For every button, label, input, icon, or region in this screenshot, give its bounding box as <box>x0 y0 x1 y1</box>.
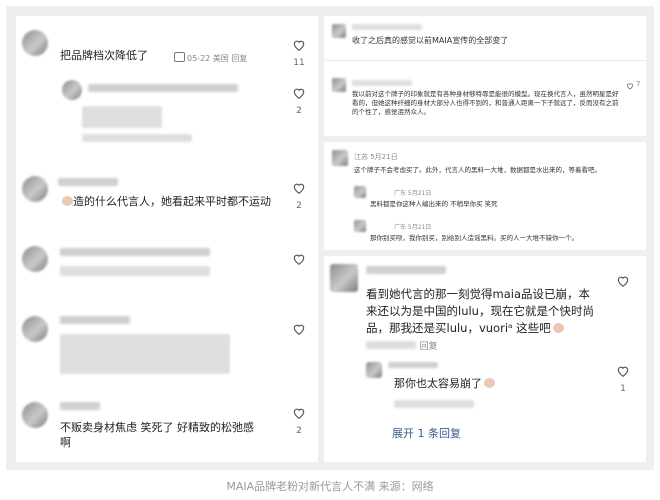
heart-icon[interactable] <box>626 82 634 90</box>
like-count: 2 <box>296 426 302 436</box>
heart-icon[interactable] <box>616 364 630 378</box>
like-count: 2 <box>296 106 302 116</box>
reply-text: 那你也太容易崩了 <box>394 376 495 391</box>
avatar[interactable] <box>354 220 366 232</box>
comment-meta: 江苏 5月21日 <box>354 153 398 161</box>
image-caption: MAIA品牌老粉对新代言人不满 来源：网络 <box>226 480 434 493</box>
avatar[interactable] <box>332 150 348 166</box>
blurred-text <box>60 248 210 256</box>
left-comments-panel: 把品牌档次降低了 05-22 美国 回复 11 2 造的什么代言人，她看起来平时… <box>16 16 318 462</box>
blurred-username <box>366 266 446 274</box>
blurred-text <box>60 334 230 374</box>
comment-meta: 广东 5月21日 <box>394 190 432 197</box>
blurred-text <box>60 266 210 276</box>
like-count: 11 <box>293 58 305 68</box>
comment-text: 不贩卖身材焦虑 笑死了 好精致的松弛感啊 <box>60 421 254 449</box>
like-count: 2 <box>296 201 302 211</box>
comment-text: 把品牌档次降低了 <box>60 49 148 62</box>
comment-text: 造的什么代言人，她看起来平时都不运动 <box>60 194 280 209</box>
blurred-meta <box>394 400 474 408</box>
avatar[interactable] <box>354 186 366 198</box>
expand-replies-link[interactable]: 展开 1 条回复 <box>392 426 461 441</box>
heart-icon[interactable] <box>292 38 306 52</box>
emoji-icon <box>484 378 495 388</box>
avatar[interactable] <box>366 362 382 378</box>
heart-icon[interactable] <box>292 322 306 336</box>
blurred-text <box>82 134 192 142</box>
heart-icon[interactable] <box>616 274 630 288</box>
comment-text: 黑料都是你这种人编出来的 不稍早你买 笑死 <box>370 200 498 208</box>
blurred-username <box>352 80 412 86</box>
emoji-icon <box>62 196 73 206</box>
blurred-username <box>60 402 100 410</box>
like-count: 1 <box>620 384 626 394</box>
blurred-username <box>388 362 438 368</box>
comment-text: 这个牌子不会考虑买了。此外，代言人的黑料一大堆，数据都是水出来的，等着看吧。 <box>354 166 601 174</box>
avatar[interactable] <box>330 264 358 292</box>
comment-meta: 05-22 美国 回复 <box>187 54 248 63</box>
blurred-username <box>58 178 118 186</box>
avatar[interactable] <box>22 316 48 342</box>
comment-text: 看到她代言的那一刻觉得maia品设已崩，本来还以为是中国的lulu，现在它就是个… <box>366 286 596 356</box>
right-thread-panel: 江苏 5月21日 这个牌子不会考虑买了。此外，代言人的黑料一大堆，数据都是水出来… <box>324 142 646 250</box>
heart-icon[interactable] <box>292 406 306 420</box>
comment-text: 收了之后真的感觉以前MAIA宣传的全部变了 <box>352 36 509 45</box>
like-count: 7 <box>636 80 641 88</box>
image-icon <box>174 52 185 62</box>
comment-text: 我以前对这个牌子的印象就是有各种身材够特辱是能很的模型。现在换代言人，虽然明星是… <box>352 90 619 116</box>
avatar[interactable] <box>22 30 48 56</box>
blurred-text <box>60 316 130 324</box>
heart-icon[interactable] <box>292 181 306 195</box>
reply-link[interactable]: 回复 <box>420 342 438 352</box>
comment-meta: 广东 5月21日 <box>394 224 432 231</box>
blurred-text <box>82 106 162 128</box>
comment-text: 那你别买呗，我你别买，别给别人造谣黑料。买的人一大堆不缺你一个。 <box>370 234 578 242</box>
avatar[interactable] <box>62 80 82 100</box>
avatar[interactable] <box>22 176 48 202</box>
avatar[interactable] <box>332 78 346 92</box>
heart-icon[interactable] <box>292 86 306 100</box>
avatar[interactable] <box>22 246 48 272</box>
comment-body: 造的什么代言人，她看起来平时都不运动 <box>73 195 271 208</box>
avatar[interactable] <box>332 24 346 38</box>
emoji-icon <box>552 323 564 333</box>
avatar[interactable] <box>22 402 48 428</box>
right-main-panel: 看到她代言的那一刻觉得maia品设已崩，本来还以为是中国的lulu，现在它就是个… <box>324 256 646 462</box>
blurred-username <box>352 24 422 30</box>
right-top-panel: 收了之后真的感觉以前MAIA宣传的全部变了 我以前对这个牌子的印象就是有各种身材… <box>324 16 646 136</box>
screenshot-collage: 把品牌档次降低了 05-22 美国 回复 11 2 造的什么代言人，她看起来平时… <box>6 6 654 470</box>
heart-icon[interactable] <box>292 252 306 266</box>
blurred-text <box>88 84 238 92</box>
